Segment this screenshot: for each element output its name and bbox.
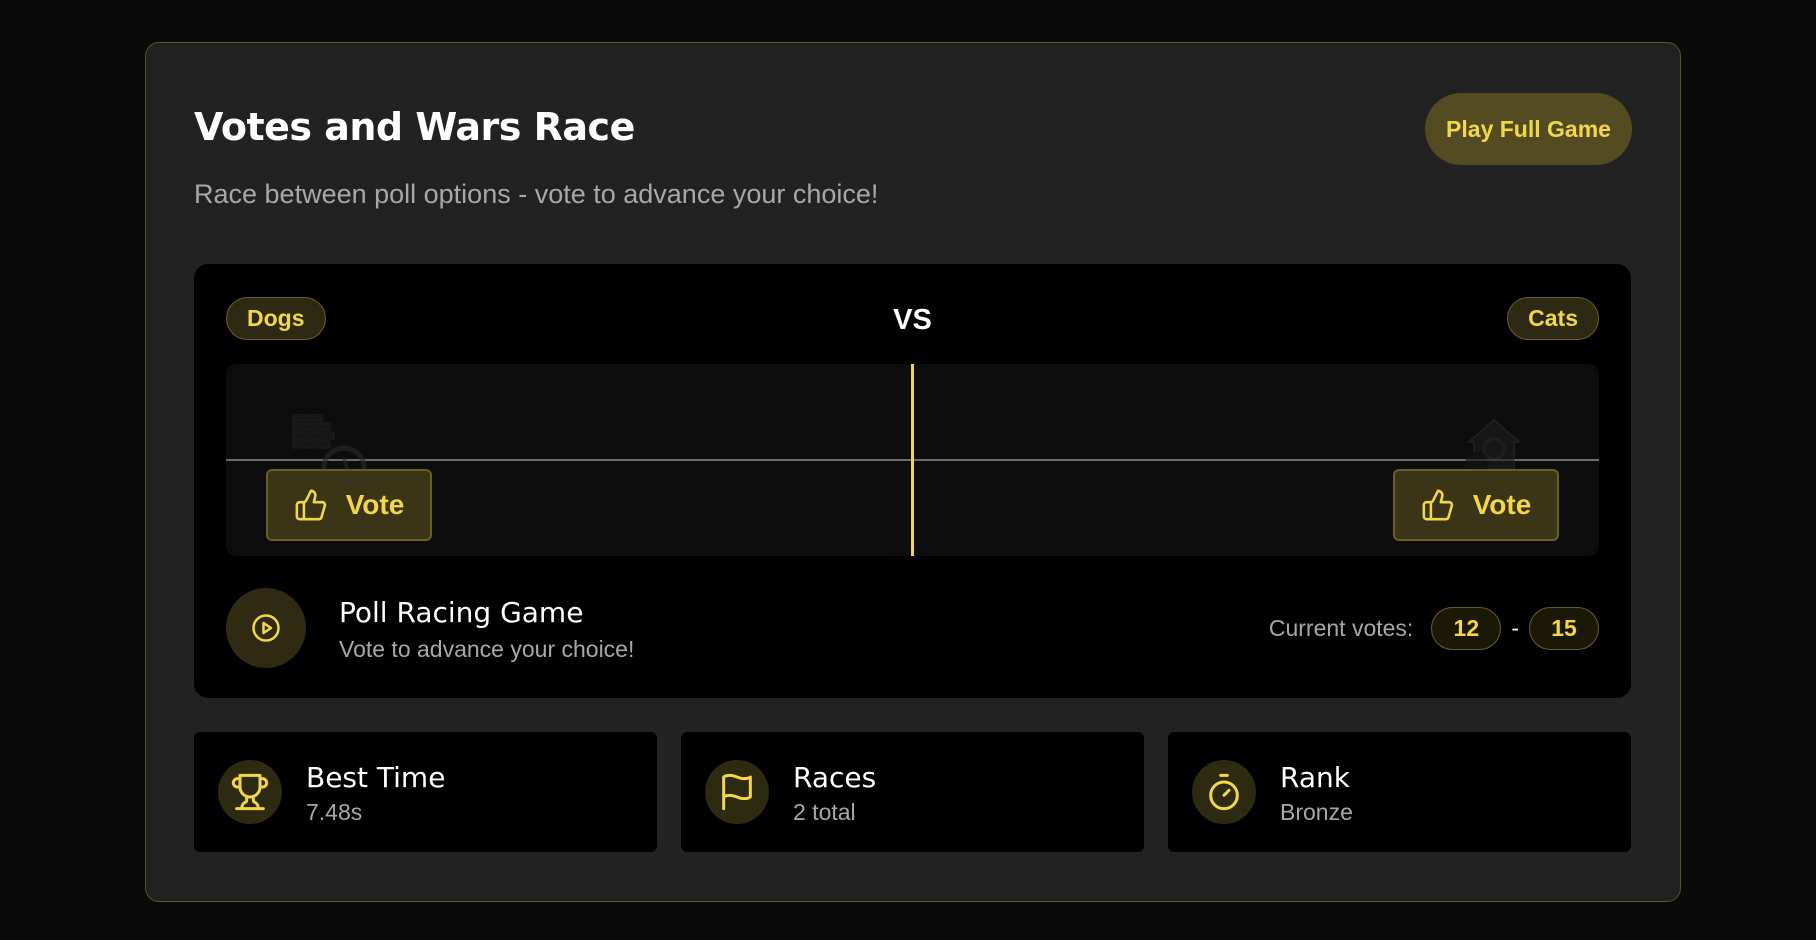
- votes-separator: -: [1511, 615, 1519, 641]
- play-circle-icon: [226, 588, 306, 668]
- finish-line: [911, 364, 914, 556]
- page-subtitle: Race between poll options - vote to adva…: [194, 179, 879, 209]
- stat-value: Bronze: [1280, 799, 1353, 825]
- game-title: Poll Racing Game: [339, 596, 584, 629]
- stat-label: Best Time: [306, 761, 446, 794]
- vote-left-button[interactable]: Vote: [266, 469, 432, 541]
- flag-icon: [705, 760, 769, 824]
- game-subtitle: Vote to advance your choice!: [339, 636, 635, 662]
- right-vote-count: 15: [1529, 607, 1599, 650]
- stat-value: 2 total: [793, 799, 856, 825]
- stat-rank: Rank Bronze: [1168, 732, 1631, 852]
- vote-left-label: Vote: [345, 489, 405, 520]
- votes-label: Current votes:: [1268, 615, 1414, 641]
- stats-row: Best Time 7.48s Races 2 total Rank Bronz…: [194, 732, 1631, 852]
- vote-right-button[interactable]: Vote: [1393, 469, 1559, 541]
- left-vote-count: 12: [1431, 607, 1502, 650]
- stopwatch-icon: [1192, 760, 1256, 824]
- stat-races: Races 2 total: [681, 732, 1144, 852]
- stat-label: Races: [793, 761, 877, 794]
- stat-value: 7.48s: [306, 799, 363, 825]
- vote-right-label: Vote: [1472, 489, 1532, 520]
- race-arena: Dogs VS Cats Vote Vote Poll Racing Game …: [194, 264, 1631, 698]
- thumbs-up-icon: [295, 489, 326, 521]
- trophy-icon: [218, 760, 282, 824]
- stat-label: Rank: [1280, 761, 1350, 794]
- thumbs-up-icon: [1422, 489, 1453, 521]
- page-title: Votes and Wars Race: [194, 105, 635, 149]
- current-votes: Current votes: 12 - 15: [1269, 607, 1599, 650]
- option-right-badge: Cats: [1507, 297, 1599, 340]
- play-full-game-button[interactable]: Play Full Game: [1425, 93, 1632, 165]
- vs-label: VS: [893, 304, 932, 336]
- stat-best-time: Best Time 7.48s: [194, 732, 657, 852]
- race-track: Vote Vote: [226, 364, 1599, 556]
- game-card: Votes and Wars Race Race between poll op…: [145, 42, 1681, 902]
